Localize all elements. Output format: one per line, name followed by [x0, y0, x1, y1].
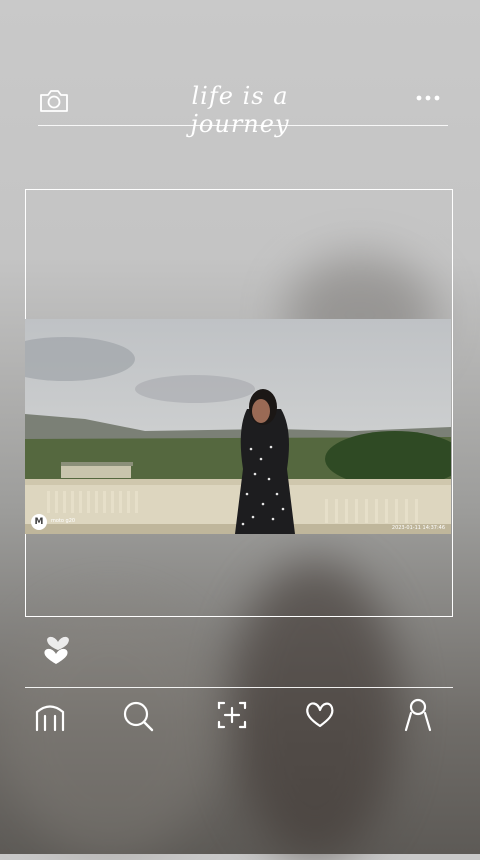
- watermark-logo-icon: M: [31, 514, 47, 530]
- watermark-brand: moto g20: [51, 518, 76, 524]
- profile-icon[interactable]: [398, 696, 438, 734]
- nav-divider: [25, 687, 453, 688]
- watermark-date: 2023-01-11 14:37:46: [391, 525, 445, 531]
- app-title: life is a journey: [190, 82, 290, 138]
- top-bar: life is a journey: [0, 78, 480, 138]
- post-photo[interactable]: M moto g20 2023-01-11 14:37:46: [25, 319, 451, 534]
- home-icon[interactable]: [30, 696, 70, 734]
- hearts-icon[interactable]: [40, 628, 76, 666]
- camera-icon[interactable]: [38, 88, 70, 114]
- more-dots-icon[interactable]: [414, 90, 442, 106]
- search-icon[interactable]: [118, 696, 158, 734]
- heart-icon[interactable]: [300, 696, 340, 734]
- add-post-icon[interactable]: [212, 696, 252, 734]
- header-divider: [38, 125, 448, 126]
